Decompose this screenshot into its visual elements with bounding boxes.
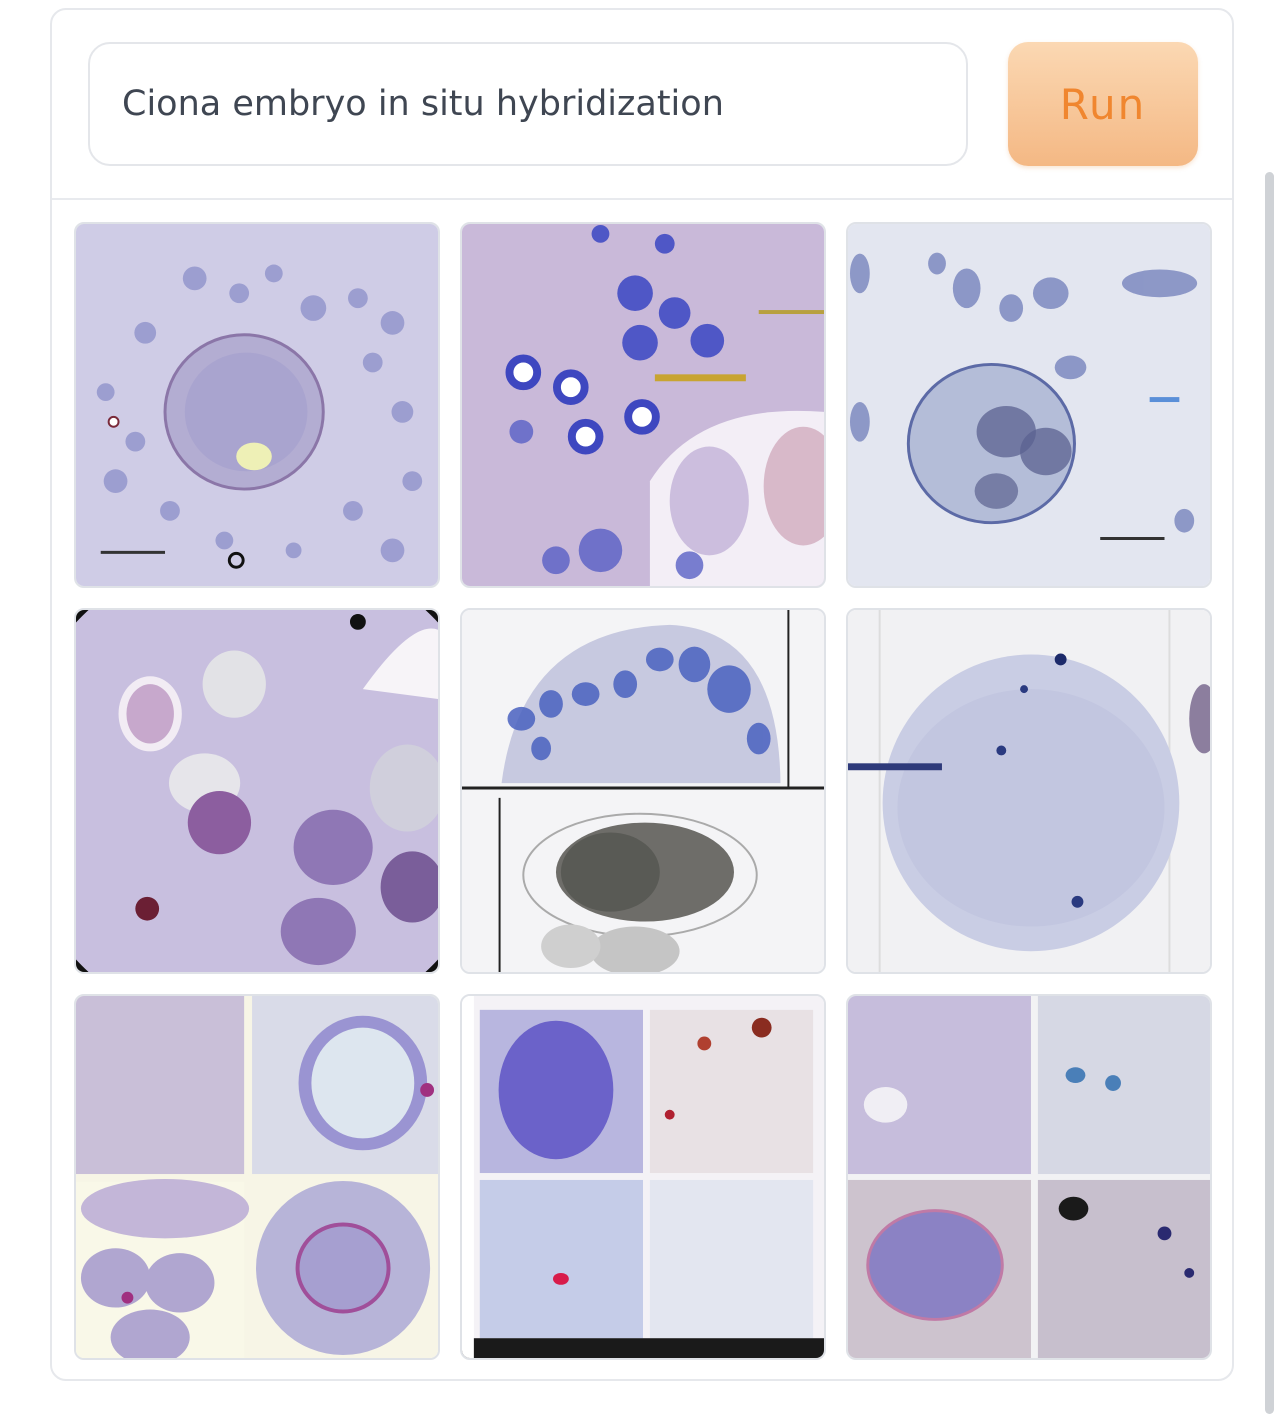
result-image-9[interactable] — [846, 994, 1212, 1360]
scrollbar[interactable] — [1265, 172, 1274, 1414]
microscopy-image — [462, 224, 824, 586]
prompt-bar: Ciona embryo in situ hybridization Run — [52, 10, 1232, 200]
result-image-2[interactable] — [460, 222, 826, 588]
result-image-8[interactable] — [460, 994, 826, 1360]
prompt-input[interactable]: Ciona embryo in situ hybridization — [88, 42, 968, 166]
microscopy-image — [462, 996, 824, 1358]
microscopy-image — [848, 610, 1210, 972]
microscopy-image — [76, 224, 438, 586]
microscopy-image — [462, 610, 824, 972]
result-image-4[interactable] — [74, 608, 440, 974]
result-image-1[interactable] — [74, 222, 440, 588]
microscopy-image — [848, 996, 1210, 1358]
run-button[interactable]: Run — [1008, 42, 1198, 166]
result-image-7[interactable] — [74, 994, 440, 1360]
result-image-3[interactable] — [846, 222, 1212, 588]
microscopy-image — [848, 224, 1210, 586]
microscopy-image — [76, 996, 438, 1358]
generator-panel: Ciona embryo in situ hybridization Run — [50, 8, 1234, 1381]
result-image-6[interactable] — [846, 608, 1212, 974]
microscopy-image — [76, 610, 438, 972]
result-image-5[interactable] — [460, 608, 826, 974]
